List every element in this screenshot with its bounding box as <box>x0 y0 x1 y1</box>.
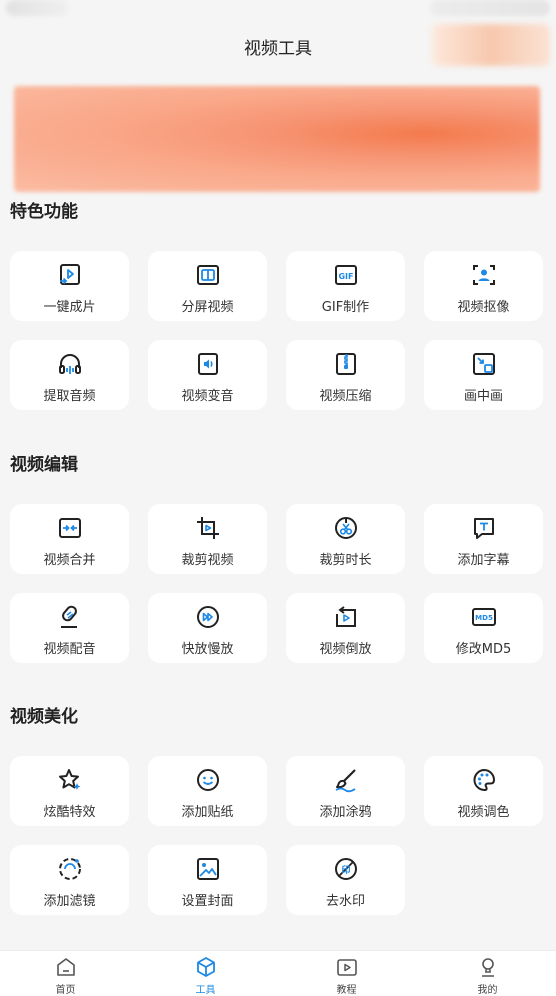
tab-label: 工具 <box>195 985 216 996</box>
tab-label: 我的 <box>477 985 498 996</box>
gif-icon: GIF <box>334 265 357 285</box>
profile-icon <box>481 958 494 977</box>
tool-label: 裁剪时长 <box>319 553 372 568</box>
tool-card-merge[interactable]: 视频合并 <box>10 504 129 574</box>
tool-card-voice-change[interactable]: 视频变音 <box>148 340 267 410</box>
watermark-remove-icon: 印 <box>334 858 357 880</box>
tool-card-compress[interactable]: 视频压缩 <box>286 340 405 410</box>
tab-home[interactable]: 首页 <box>0 951 135 996</box>
tool-card-cover[interactable]: 设置封面 <box>148 845 267 915</box>
tool-card-filter[interactable]: 添加滤镜 <box>10 845 129 915</box>
section-title-features: 特色功能 <box>10 202 78 222</box>
speed-icon <box>196 606 219 628</box>
tool-label: 视频调色 <box>457 805 510 820</box>
tool-card-reverse[interactable]: 视频倒放 <box>286 593 405 663</box>
tool-label: 添加涂鸦 <box>319 805 372 820</box>
subtitle-icon <box>473 518 494 539</box>
status-bar-left-blurred <box>6 0 68 16</box>
brush-icon <box>335 769 356 793</box>
promo-banner[interactable] <box>14 86 540 192</box>
tool-card-doodle[interactable]: 添加涂鸦 <box>286 756 405 826</box>
tool-label: 视频变音 <box>181 389 234 404</box>
header-action-blurred[interactable] <box>432 24 550 66</box>
tool-label: 提取音频 <box>43 389 96 404</box>
voice-change-icon <box>197 353 218 375</box>
tool-label: 设置封面 <box>181 894 234 909</box>
tools-icon <box>196 957 215 977</box>
tutorial-play-icon <box>336 959 357 976</box>
tool-label: 添加贴纸 <box>181 805 234 820</box>
tool-card-speed[interactable]: 快放慢放 <box>148 593 267 663</box>
tab-tools[interactable]: 工具 <box>136 951 275 996</box>
tool-card-extract-audio[interactable]: 提取音频 <box>10 340 129 410</box>
section-title-beautify: 视频美化 <box>10 707 78 727</box>
svg-text:GIF: GIF <box>338 272 353 281</box>
crop-icon <box>196 517 219 539</box>
tool-label: 去水印 <box>325 894 365 909</box>
tool-label: 分屏视频 <box>181 300 234 315</box>
portrait-cutout-icon <box>472 265 495 285</box>
tool-label: 快放慢放 <box>181 642 234 657</box>
tool-label: GIF制作 <box>321 300 370 315</box>
tool-card-trim-duration[interactable]: 裁剪时长 <box>286 504 405 574</box>
tool-label: 视频压缩 <box>319 389 372 404</box>
cover-image-icon <box>196 858 219 880</box>
tool-label: 修改MD5 <box>455 642 512 657</box>
tool-card-dubbing[interactable]: 视频配音 <box>10 593 129 663</box>
palette-icon <box>473 768 495 792</box>
svg-text:MD5: MD5 <box>475 614 493 622</box>
md5-icon: MD5 <box>471 608 496 626</box>
tool-label: 视频配音 <box>43 642 96 657</box>
filter-icon <box>58 858 81 880</box>
sparkle-star-icon <box>58 769 80 790</box>
tool-card-one-click-video[interactable]: 一键成片 <box>10 251 129 321</box>
tool-card-color-grading[interactable]: 视频调色 <box>424 756 543 826</box>
tool-card-remove-watermark[interactable]: 印 去水印 <box>286 845 405 915</box>
svg-text:印: 印 <box>341 864 350 876</box>
section-title-editing: 视频编辑 <box>10 455 78 475</box>
tool-card-pip[interactable]: 画中画 <box>424 340 543 410</box>
split-screen-icon <box>196 265 219 285</box>
merge-icon <box>58 518 81 538</box>
tool-label: 裁剪视频 <box>181 553 234 568</box>
tool-card-subtitle[interactable]: 添加字幕 <box>424 504 543 574</box>
tool-label: 视频合并 <box>43 553 96 568</box>
tool-label: 添加滤镜 <box>43 894 96 909</box>
trim-duration-icon <box>334 517 357 539</box>
tool-label: 视频倒放 <box>319 642 372 657</box>
tab-profile[interactable]: 我的 <box>418 951 556 996</box>
headphones-icon <box>58 354 81 374</box>
picture-in-picture-icon <box>472 353 495 375</box>
tab-tutorial[interactable]: 教程 <box>277 951 416 996</box>
tool-label: 一键成片 <box>43 300 96 315</box>
tool-card-portrait-cutout[interactable]: 视频抠像 <box>424 251 543 321</box>
tool-card-sticker[interactable]: 添加贴纸 <box>148 756 267 826</box>
status-bar <box>0 0 556 20</box>
zip-icon <box>335 353 356 375</box>
status-bar-right-blurred <box>430 0 550 16</box>
tool-card-gif[interactable]: GIF GIF制作 <box>286 251 405 321</box>
tool-card-crop[interactable]: 裁剪视频 <box>148 504 267 574</box>
tool-label: 炫酷特效 <box>43 805 96 820</box>
tab-label: 教程 <box>336 985 357 996</box>
dubbing-icon <box>60 605 77 628</box>
tab-label: 首页 <box>55 985 76 996</box>
home-icon <box>56 958 75 976</box>
one-click-video-icon <box>59 264 80 285</box>
tool-card-effects[interactable]: 炫酷特效 <box>10 756 129 826</box>
bottom-tab-bar: 首页 工具 教程 我的 <box>0 950 556 996</box>
tool-card-md5[interactable]: MD5 修改MD5 <box>424 593 543 663</box>
tool-label: 添加字幕 <box>457 553 510 568</box>
tool-label: 画中画 <box>463 389 503 404</box>
tool-card-split-screen[interactable]: 分屏视频 <box>148 251 267 321</box>
sticker-icon <box>196 769 219 791</box>
tool-label: 视频抠像 <box>457 300 510 315</box>
reverse-icon <box>335 606 356 627</box>
